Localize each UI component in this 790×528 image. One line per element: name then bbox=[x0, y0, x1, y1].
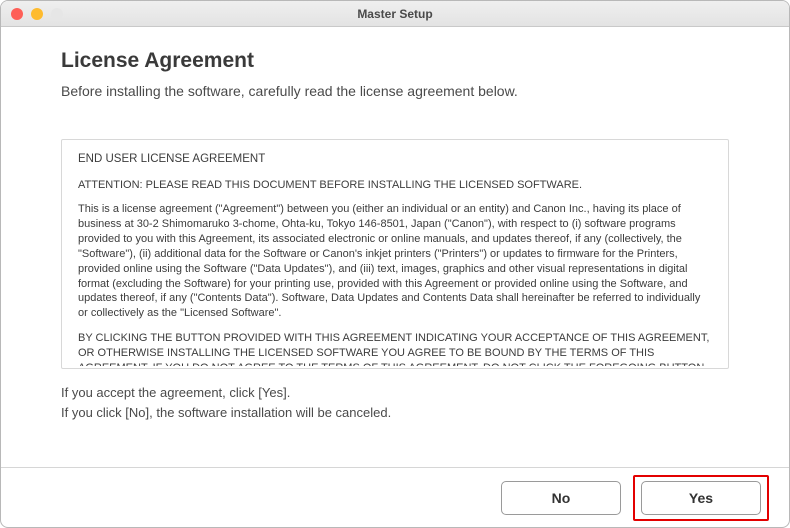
footer-bar: No Yes bbox=[1, 467, 789, 527]
page-instruction: Before installing the software, carefull… bbox=[61, 83, 729, 99]
minimize-window-icon[interactable] bbox=[31, 8, 43, 20]
no-button[interactable]: No bbox=[501, 481, 621, 515]
yes-button-highlight: Yes bbox=[633, 475, 769, 521]
titlebar: Master Setup bbox=[1, 1, 789, 27]
eula-attention: ATTENTION: PLEASE READ THIS DOCUMENT BEF… bbox=[78, 178, 712, 193]
eula-title: END USER LICENSE AGREEMENT bbox=[78, 152, 712, 168]
window-title: Master Setup bbox=[1, 7, 789, 21]
eula-paragraph: This is a license agreement ("Agreement"… bbox=[78, 202, 712, 321]
setup-window: Master Setup License Agreement Before in… bbox=[0, 0, 790, 528]
zoom-window-icon bbox=[51, 8, 63, 20]
eula-container: END USER LICENSE AGREEMENT ATTENTION: PL… bbox=[61, 139, 729, 369]
window-controls bbox=[11, 8, 63, 20]
accept-line-no: If you click [No], the software installa… bbox=[61, 403, 729, 423]
yes-button[interactable]: Yes bbox=[641, 481, 761, 515]
accept-instructions: If you accept the agreement, click [Yes]… bbox=[61, 383, 729, 422]
eula-scroll-area[interactable]: END USER LICENSE AGREEMENT ATTENTION: PL… bbox=[62, 142, 726, 366]
accept-line-yes: If you accept the agreement, click [Yes]… bbox=[61, 383, 729, 403]
eula-paragraph: BY CLICKING THE BUTTON PROVIDED WITH THI… bbox=[78, 331, 712, 366]
page-heading: License Agreement bbox=[61, 49, 729, 73]
content-area: License Agreement Before installing the … bbox=[1, 27, 789, 467]
close-window-icon[interactable] bbox=[11, 8, 23, 20]
